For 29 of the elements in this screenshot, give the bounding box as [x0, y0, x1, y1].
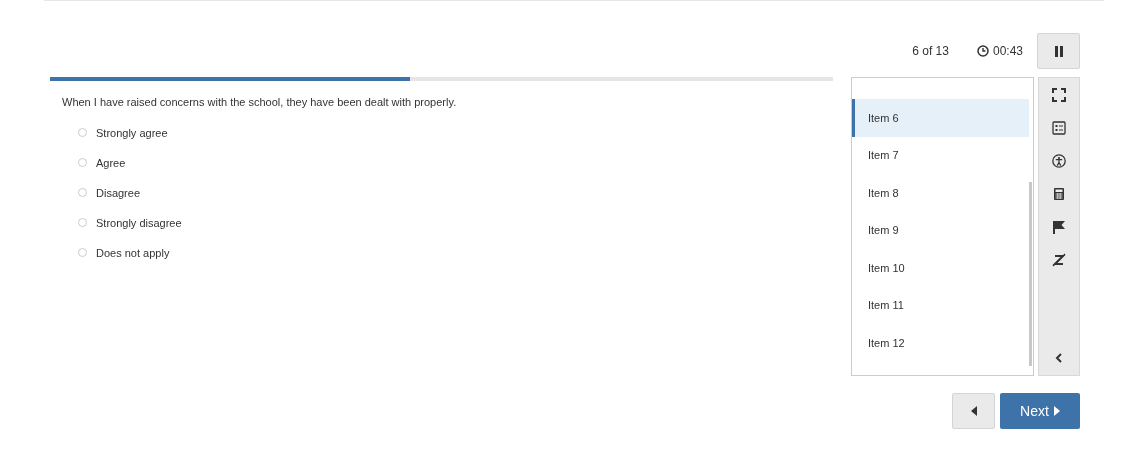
pause-button[interactable] — [1037, 33, 1080, 69]
strikethrough-icon[interactable] — [1052, 253, 1066, 267]
option-label[interactable]: Strongly disagree — [96, 216, 182, 229]
scrollbar[interactable] — [1029, 182, 1032, 366]
option-label[interactable]: Agree — [96, 156, 126, 169]
question-text: When I have raised concerns with the school, they have been dealt with properly. — [62, 96, 458, 108]
next-button[interactable]: Next — [1000, 393, 1080, 429]
timer-text: 00:43 — [992, 44, 1023, 58]
list-icon[interactable] — [1052, 121, 1066, 135]
option-label[interactable]: Strongly agree — [96, 126, 168, 139]
item-list-entry[interactable]: Item 6 — [852, 99, 1029, 137]
item-list-entry[interactable]: Item 7 — [852, 136, 1029, 174]
right-triangle-icon — [1053, 406, 1060, 416]
left-triangle-icon — [970, 406, 977, 416]
option-label[interactable]: Disagree — [96, 186, 141, 199]
fullscreen-icon[interactable] — [1052, 88, 1066, 102]
clock-icon — [976, 45, 989, 57]
collapse-icon[interactable] — [1055, 353, 1063, 363]
item-list-entry[interactable]: Item 11 — [852, 286, 1029, 324]
accessibility-icon[interactable] — [1052, 154, 1066, 168]
question-counter: 6 of 13 — [912, 44, 949, 58]
calculator-icon[interactable] — [1052, 187, 1066, 201]
item-list-entry[interactable]: Item 12 — [852, 324, 1029, 362]
item-list-entry[interactable]: Item 8 — [852, 174, 1029, 212]
option-label[interactable]: Does not apply — [96, 246, 170, 259]
flag-icon[interactable] — [1052, 220, 1066, 234]
item-list-entry[interactable]: Item 9 — [852, 211, 1029, 249]
pause-icon — [1054, 45, 1063, 57]
item-list-entry[interactable]: Item 10 — [852, 249, 1029, 287]
